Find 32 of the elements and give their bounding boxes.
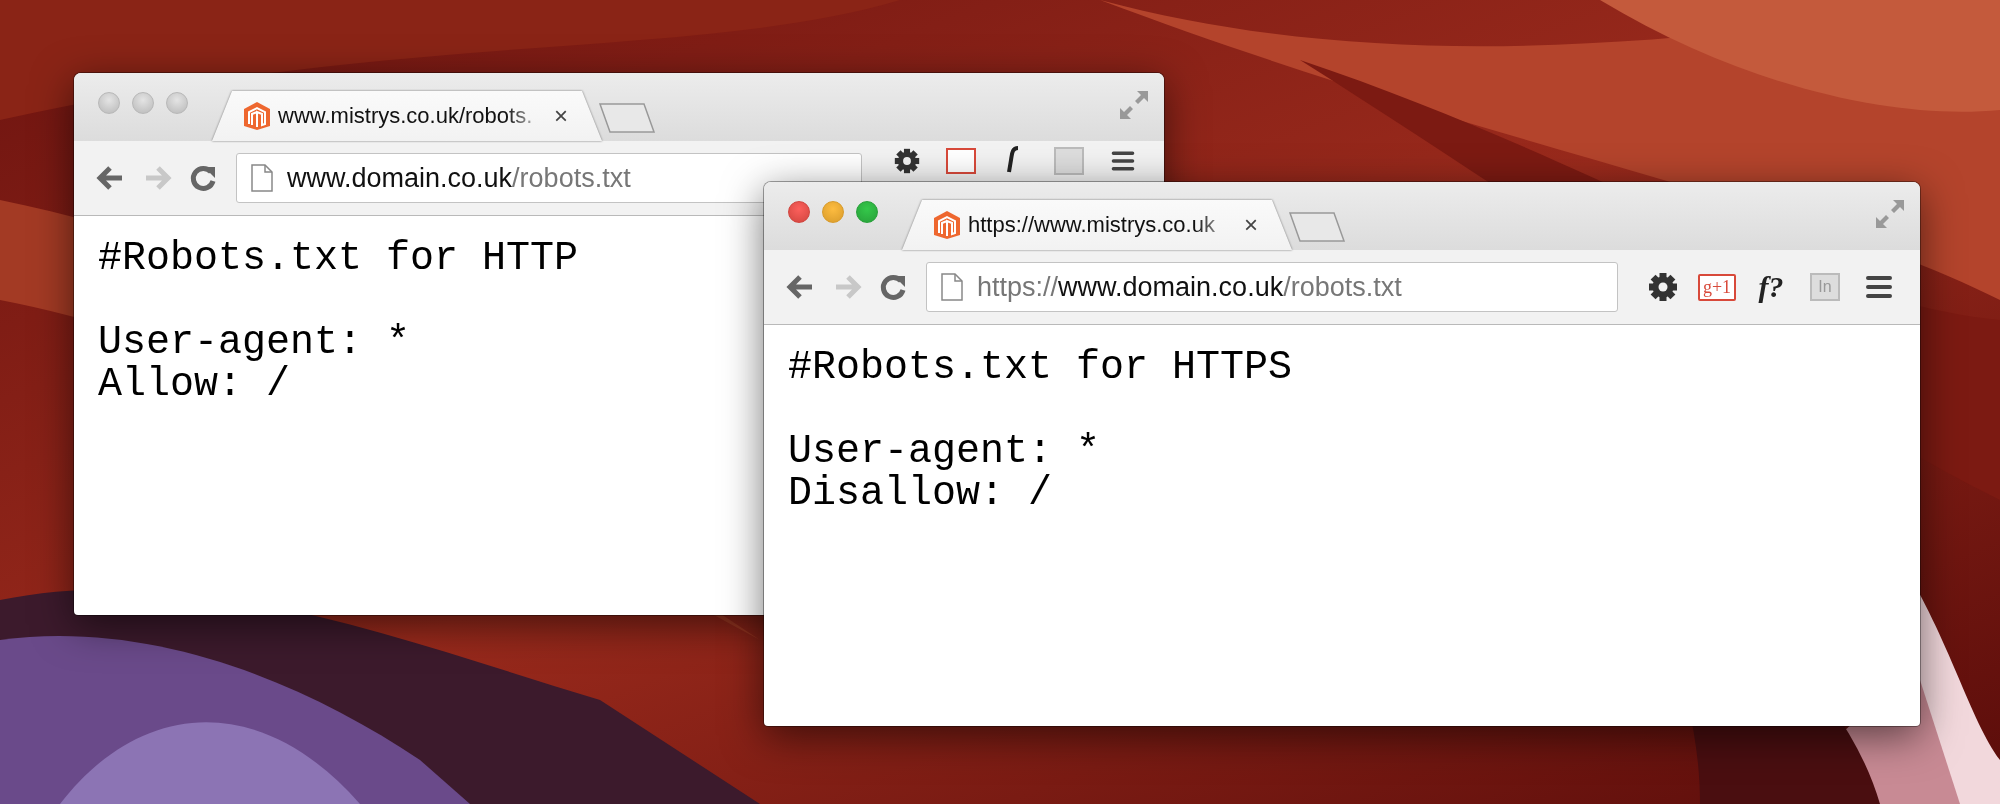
close-button[interactable] — [98, 92, 120, 114]
tab-title: www.mistrys.co.uk/robots. — [278, 103, 534, 129]
page-icon — [251, 164, 273, 192]
shield-logo-icon — [244, 102, 270, 130]
page-icon — [941, 273, 963, 301]
text-line: #Robots.txt for HTTP — [98, 238, 579, 280]
close-button[interactable] — [788, 201, 810, 223]
text-line: Allow: / — [98, 364, 291, 406]
tab-title: https://www.mistrys.co.uk — [968, 212, 1216, 238]
url-text: https://www.domain.co.uk/robots.txt — [977, 271, 1402, 303]
new-tab-button[interactable] — [1288, 212, 1346, 242]
text-line: Disallow: / — [788, 473, 1053, 515]
zoom-button[interactable] — [166, 92, 188, 114]
minimize-button[interactable] — [822, 201, 844, 223]
text-line: User-agent: * — [98, 322, 411, 364]
browser-tab[interactable]: www.mistrys.co.uk/robots. × — [212, 91, 602, 141]
text-line: User-agent: * — [788, 431, 1101, 473]
shield-logo-icon — [934, 211, 960, 239]
tab-close-button[interactable]: × — [1244, 213, 1258, 237]
address-field[interactable]: www.domain.co.uk/robots.txt — [236, 153, 862, 203]
fullscreen-icon[interactable] — [1120, 91, 1148, 119]
browser-tab[interactable]: https://www.mistrys.co.uk × — [902, 200, 1292, 250]
text-line: #Robots.txt for HTTPS — [788, 347, 1293, 389]
address-field[interactable]: https://www.domain.co.uk/robots.txt — [926, 262, 1618, 312]
tab-close-button[interactable]: × — [554, 104, 568, 128]
new-tab-button[interactable] — [598, 103, 656, 133]
minimize-button[interactable] — [132, 92, 154, 114]
f-question-button[interactable]: f? — [1758, 270, 1784, 304]
zoom-button[interactable] — [856, 201, 878, 223]
plus-one-button[interactable]: g+1 — [1697, 273, 1737, 301]
url-text: www.domain.co.uk/robots.txt — [287, 162, 631, 194]
fullscreen-icon[interactable] — [1876, 200, 1904, 228]
